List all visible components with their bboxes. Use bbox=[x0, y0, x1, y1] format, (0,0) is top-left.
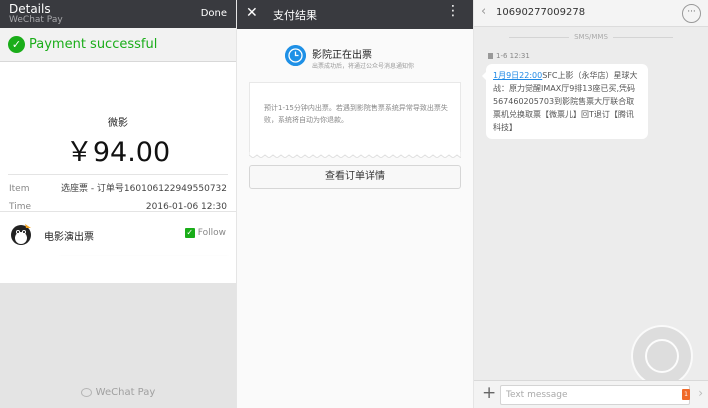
payment-amount: ￥94.00 bbox=[65, 137, 171, 168]
message-input[interactable]: Text message bbox=[500, 385, 690, 405]
compose-bar: + Text message 1 › bbox=[474, 380, 708, 408]
sms-header: ‹ 10690277009278 ··· bbox=[474, 0, 708, 27]
done-button[interactable]: Done bbox=[201, 8, 227, 19]
more-menu-icon[interactable]: ⋮ bbox=[446, 4, 460, 18]
detail-value: 选座票 - 订单号160106122949550732 bbox=[60, 184, 227, 194]
ticketing-status: 影院正在出票 bbox=[312, 50, 372, 61]
sender-number: 10690277009278 bbox=[496, 7, 586, 18]
wechat-pay-footer: WeChat Pay bbox=[0, 387, 236, 398]
checkbox-icon[interactable]: ✓ bbox=[184, 228, 195, 238]
sms-panel: ‹ 10690277009278 ··· SMS/MMS 1-6 12:31 1… bbox=[474, 0, 708, 408]
ticketing-status-sub: 出票成功后，将通过公众号消息通知你 bbox=[312, 63, 415, 70]
follow-label: Follow bbox=[197, 228, 226, 238]
merchant-name: 微影 bbox=[108, 118, 128, 129]
header-title: Details bbox=[9, 2, 51, 16]
penguin-avatar-icon bbox=[11, 224, 31, 245]
follow-toggle[interactable]: ✓ Follow bbox=[184, 228, 226, 238]
detail-key: Item bbox=[9, 184, 30, 194]
message-bubble[interactable]: 1月9日22:00SFC上影（永华店）星球大战：原力觉醒IMAX厅9排13座已买… bbox=[482, 64, 648, 139]
notice-card: 预计1-15分钟内出票。若遇到影院售票系统异常导致出票失败，系统将自动为你退款。 bbox=[249, 82, 461, 154]
back-icon[interactable]: ‹ bbox=[481, 4, 486, 19]
check-icon: ✓ bbox=[8, 36, 25, 53]
footer-label: WeChat Pay bbox=[95, 387, 156, 398]
success-banner: ✓ Payment successful bbox=[0, 28, 236, 62]
zigzag-edge bbox=[249, 152, 461, 158]
merchant-account-name: 电影演出票 bbox=[44, 232, 94, 243]
watermark-inner bbox=[645, 339, 679, 373]
view-order-details-button[interactable]: 查看订单详情 bbox=[249, 165, 461, 189]
more-options-icon[interactable]: ··· bbox=[682, 4, 701, 23]
send-arrow-icon[interactable]: › bbox=[698, 386, 703, 400]
divider bbox=[8, 174, 228, 175]
merchant-account-row[interactable]: 电影演出票 ✓ Follow bbox=[0, 211, 236, 255]
receipt-header: Details WeChat Pay Done bbox=[0, 0, 236, 28]
clock-icon bbox=[285, 45, 306, 66]
close-icon[interactable]: ✕ bbox=[246, 5, 258, 21]
sim-icon bbox=[488, 53, 493, 59]
header-subtitle: WeChat Pay bbox=[9, 15, 63, 25]
wechat-pay-icon bbox=[80, 388, 92, 397]
sim-badge[interactable]: 1 bbox=[682, 389, 690, 400]
wechat-pay-receipt-panel: Details WeChat Pay Done ✓ Payment succes… bbox=[0, 0, 236, 408]
message-timestamp: 1-6 12:31 bbox=[488, 52, 530, 60]
notice-text: 预计1-15分钟内出票。若遇到影院售票系统异常导致出票失败，系统将自动为你退款。 bbox=[264, 104, 448, 124]
channel-label: SMS/MMS bbox=[474, 33, 708, 41]
message-body: SFC上影（永华店）星球大战：原力觉醒IMAX厅9排13座已买,凭码567460… bbox=[493, 71, 638, 132]
attach-plus-icon[interactable]: + bbox=[482, 383, 496, 403]
payment-result-panel: ✕ 支付结果 ⋮ 影院正在出票 出票成功后，将通过公众号消息通知你 预计1-15… bbox=[237, 0, 473, 408]
result-header: ✕ 支付结果 ⋮ bbox=[237, 0, 473, 29]
success-text: Payment successful bbox=[29, 37, 158, 52]
result-title: 支付结果 bbox=[273, 9, 317, 22]
watermark-seal bbox=[631, 325, 693, 387]
timestamp-text: 1-6 12:31 bbox=[496, 52, 530, 60]
message-date-link[interactable]: 1月9日22:00 bbox=[493, 71, 542, 80]
